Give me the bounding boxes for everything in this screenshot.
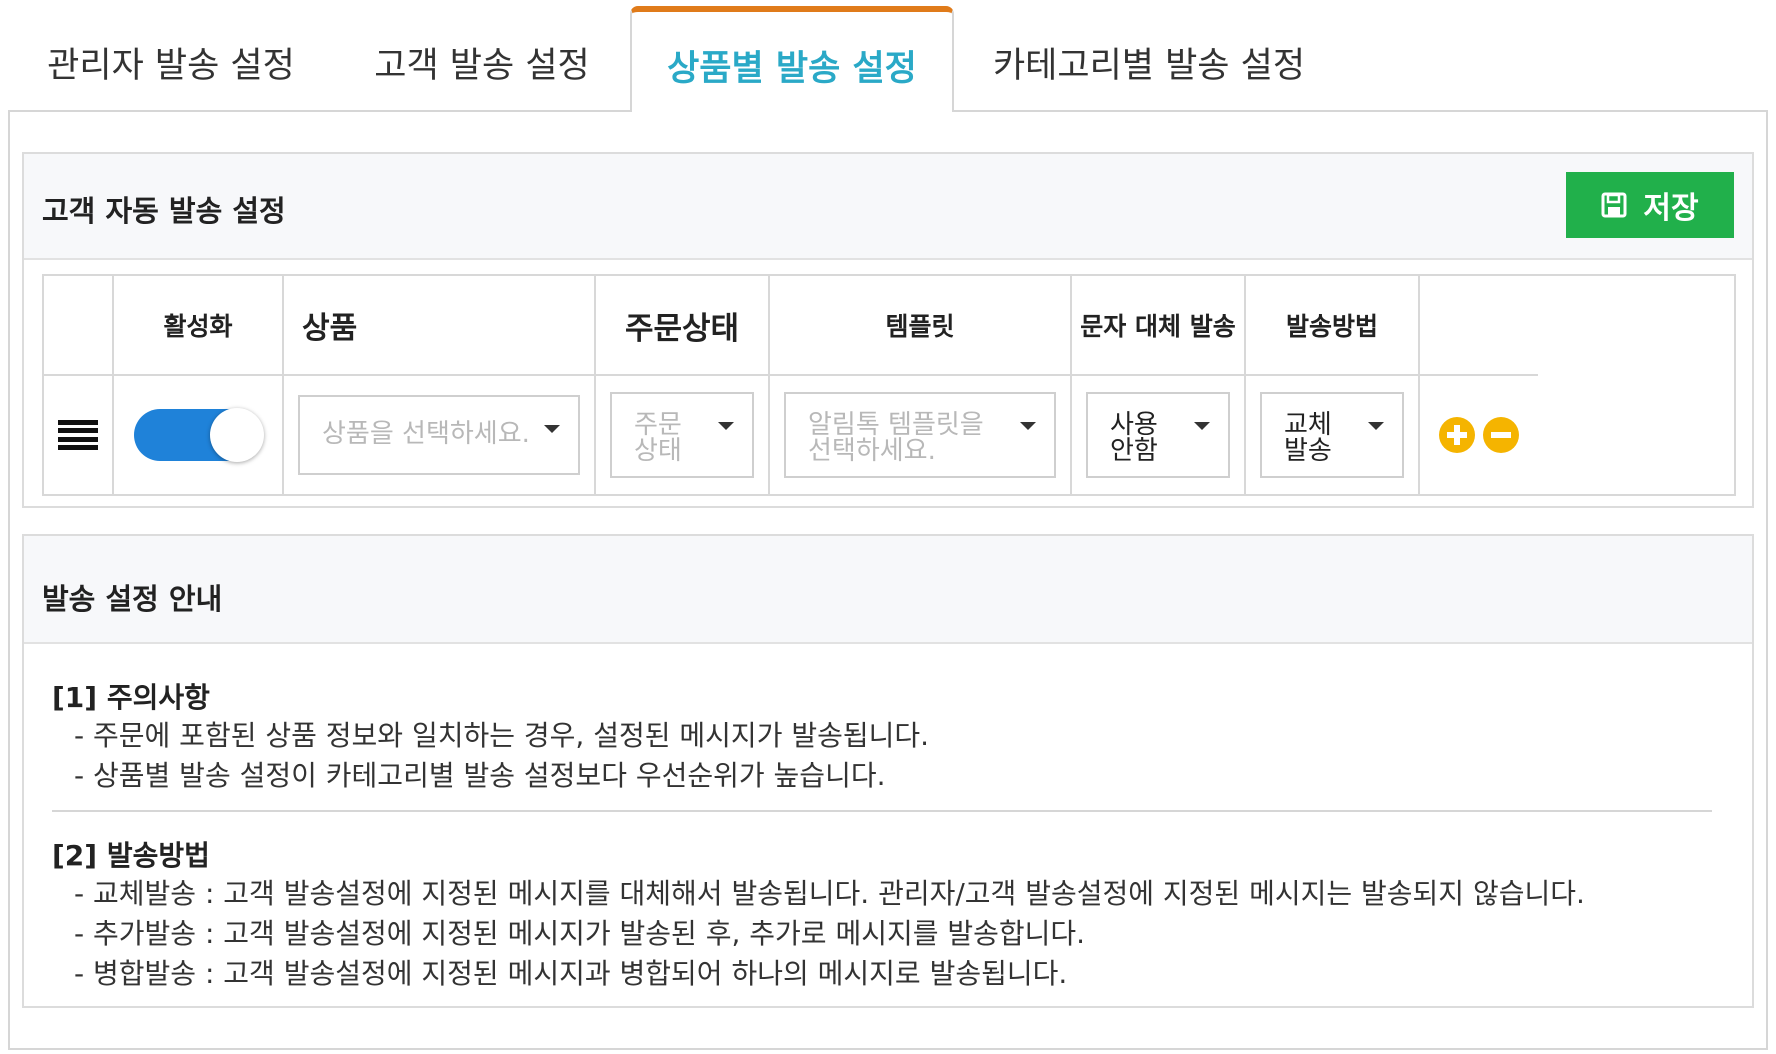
order-status-select[interactable]: 주문 상태 [610,392,754,478]
guide-divider [52,810,1712,812]
guide-section-title: [1] 주의사항 [52,681,210,714]
product-select-placeholder: 상품을 선택하세요. [322,419,530,449]
col-header-product: 상품 [284,276,596,376]
col-header-sms-fallback: 문자 대체 발송 [1072,276,1246,376]
table-row-sms-fallback-cell: 사용 안함 [1072,376,1246,494]
col-header-actions [1420,276,1538,376]
rules-table: 활성화 상품 주문상태 템플릿 문자 대체 발송 발송방법 상품을 선택하세요.… [42,274,1736,496]
save-button-label: 저장 [1643,192,1699,225]
save-button[interactable]: 저장 [1566,172,1734,238]
template-select[interactable]: 알림톡 템플릿을 선택하세요. [784,392,1056,478]
send-method-select[interactable]: 교체 발송 [1260,392,1404,478]
sms-fallback-select-value: 사용 안함 [1110,410,1158,466]
remove-row-minus-icon[interactable] [1483,417,1519,453]
table-row-template-cell: 알림톡 템플릿을 선택하세요. [770,376,1072,494]
guide-line: - 상품별 발송 설정이 카테고리별 발송 설정보다 우선순위가 높습니다. [74,759,886,792]
panel-title: 고객 자동 발송 설정 [42,194,286,228]
panel-title: 발송 설정 안내 [42,582,223,616]
auto-send-settings-panel: 고객 자동 발송 설정 저장 활성화 상품 주문상태 템플릿 문자 대체 발송 … [22,152,1754,508]
guide-content: [1] 주의사항 - 주문에 포함된 상품 정보와 일치하는 경우, 설정된 메… [52,676,1712,992]
add-row-plus-icon[interactable] [1439,417,1475,453]
col-header-drag [44,276,114,376]
toggle-knob [210,408,264,462]
table-row-enabled-cell [114,376,284,494]
tab-admin-send-settings[interactable]: 관리자 발송 설정 [8,22,334,102]
chevron-down-icon [718,422,734,430]
tab-product-send-settings[interactable]: 상품별 발송 설정 [630,6,954,112]
col-header-enabled: 활성화 [114,276,284,376]
floppy-disk-icon [1601,192,1627,218]
guide-line: - 교체발송 : 고객 발송설정에 지정된 메시지를 대체해서 발송됩니다. 관… [74,877,1585,910]
panel-header: 고객 자동 발송 설정 저장 [24,154,1752,260]
guide-section-title: [2] 발송방법 [52,839,210,872]
guide-line: - 주문에 포함된 상품 정보와 일치하는 경우, 설정된 메시지가 발송됩니다… [74,719,930,752]
enabled-toggle[interactable] [134,408,264,462]
table-row-product-cell: 상품을 선택하세요. [284,376,596,494]
table-row-order-status-cell: 주문 상태 [596,376,770,494]
chevron-down-icon [544,425,560,433]
send-settings-guide-panel: 발송 설정 안내 [1] 주의사항 - 주문에 포함된 상품 정보와 일치하는 … [22,534,1754,1008]
panel-header: 발송 설정 안내 [24,536,1752,644]
guide-line: - 병합발송 : 고객 발송설정에 지정된 메시지과 병합되어 하나의 메시지로… [74,957,1068,990]
col-header-template: 템플릿 [770,276,1072,376]
table-row-drag-cell [44,376,114,494]
sms-fallback-select[interactable]: 사용 안함 [1086,392,1230,478]
guide-line: - 추가발송 : 고객 발송설정에 지정된 메시지가 발송된 후, 추가로 메시… [74,917,1086,950]
order-status-select-placeholder: 주문 상태 [634,410,682,466]
col-header-order-status: 주문상태 [596,276,770,376]
table-row-actions-cell [1420,376,1538,494]
tab-bar: 관리자 발송 설정 고객 발송 설정 상품별 발송 설정 카테고리별 발송 설정 [8,0,1768,112]
template-select-placeholder: 알림톡 템플릿을 선택하세요. [808,410,984,466]
drag-handle-icon[interactable] [58,420,98,450]
chevron-down-icon [1020,422,1036,430]
product-select[interactable]: 상품을 선택하세요. [298,395,580,475]
table-row-send-method-cell: 교체 발송 [1246,376,1420,494]
chevron-down-icon [1194,422,1210,430]
tab-category-send-settings[interactable]: 카테고리별 발송 설정 [954,22,1344,102]
tab-customer-send-settings[interactable]: 고객 발송 설정 [334,22,630,102]
send-method-select-value: 교체 발송 [1284,410,1332,466]
chevron-down-icon [1368,422,1384,430]
col-header-send-method: 발송방법 [1246,276,1420,376]
